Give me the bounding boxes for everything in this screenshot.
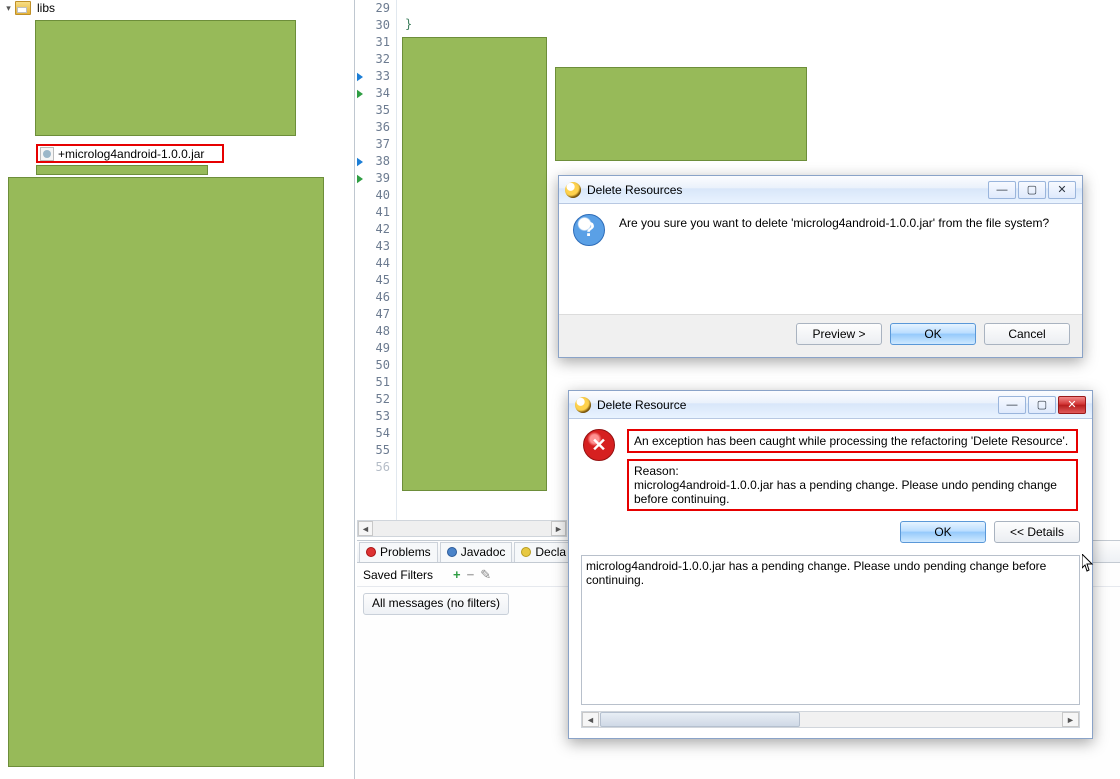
line-number: 51	[357, 374, 396, 391]
editor-gutter: 29 30 31 32 33 34 35 36 37 38 39 40 41 4…	[357, 0, 397, 520]
line-number: 55	[357, 442, 396, 459]
saved-filters-label: Saved Filters	[363, 568, 433, 582]
scroll-left-icon[interactable]: ◄	[358, 521, 373, 536]
error-icon: ✕	[583, 429, 615, 461]
tree-node-jar[interactable]: +microlog4android-1.0.0.jar	[36, 144, 224, 163]
redacted-block	[36, 165, 208, 175]
line-number: 54	[357, 425, 396, 442]
line-number: 41	[357, 204, 396, 221]
tab-javadoc[interactable]: Javadoc	[440, 542, 513, 562]
line-number: 36	[357, 119, 396, 136]
redacted-block	[402, 37, 547, 491]
cancel-button[interactable]: Cancel	[984, 323, 1070, 345]
ok-button[interactable]: OK	[890, 323, 976, 345]
line-number: 39	[357, 170, 396, 187]
line-number: 42	[357, 221, 396, 238]
tab-javadoc-label: Javadoc	[461, 545, 506, 559]
dialog2-reason-block: Reason: microlog4android-1.0.0.jar has a…	[627, 459, 1078, 511]
question-icon: ?	[573, 214, 605, 246]
edit-filter-icon[interactable]: ✎	[480, 567, 491, 583]
tab-problems[interactable]: Problems	[359, 542, 438, 562]
line-number: 46	[357, 289, 396, 306]
tab-declaration[interactable]: Decla	[514, 542, 573, 562]
minimize-button[interactable]: —	[998, 396, 1026, 414]
jar-icon	[40, 147, 54, 161]
details-text-area[interactable]: microlog4android-1.0.0.jar has a pending…	[581, 555, 1080, 705]
problems-icon	[366, 547, 376, 557]
line-number: 31	[357, 34, 396, 51]
line-number: 35	[357, 102, 396, 119]
add-filter-icon[interactable]: +	[453, 567, 461, 582]
redacted-block	[555, 67, 807, 161]
details-horizontal-scrollbar[interactable]: ◄ ►	[581, 711, 1080, 728]
javadoc-icon	[447, 547, 457, 557]
scroll-left-icon[interactable]: ◄	[582, 712, 599, 727]
tree-label-libs: libs	[33, 1, 55, 15]
dialog-delete-resources: Delete Resources — ▢ ✕ ? Are you sure yo…	[558, 175, 1083, 358]
maximize-button[interactable]: ▢	[1018, 181, 1046, 199]
tree-expander-icon[interactable]: ▾	[4, 4, 13, 13]
eclipse-icon	[565, 182, 581, 198]
redacted-block	[35, 20, 296, 136]
dialog2-title: Delete Resource	[597, 398, 686, 412]
dialog-delete-resource-error: Delete Resource — ▢ ✕ ✕ An exception has…	[568, 390, 1093, 739]
code-line: }	[405, 17, 412, 31]
details-text: microlog4android-1.0.0.jar has a pending…	[586, 559, 1075, 587]
line-number: 33	[357, 68, 396, 85]
reason-label: Reason:	[634, 464, 1071, 478]
editor-horizontal-scrollbar[interactable]: ◄ ►	[357, 520, 567, 537]
minimize-button[interactable]: —	[988, 181, 1016, 199]
line-number: 47	[357, 306, 396, 323]
line-number: 44	[357, 255, 396, 272]
scroll-right-icon[interactable]: ►	[1062, 712, 1079, 727]
dialog2-titlebar[interactable]: Delete Resource — ▢ ✕	[569, 391, 1092, 419]
line-number: 52	[357, 391, 396, 408]
scroll-right-icon[interactable]: ►	[551, 521, 566, 536]
tab-problems-label: Problems	[380, 545, 431, 559]
ok-button[interactable]: OK	[900, 521, 986, 543]
dialog1-titlebar[interactable]: Delete Resources — ▢ ✕	[559, 176, 1082, 204]
line-number: 53	[357, 408, 396, 425]
reason-text: microlog4android-1.0.0.jar has a pending…	[634, 478, 1071, 506]
line-number: 30	[357, 17, 396, 34]
line-number: 34	[357, 85, 396, 102]
line-number: 49	[357, 340, 396, 357]
dialog1-buttons: Preview > OK Cancel	[559, 314, 1082, 357]
line-number: 37	[357, 136, 396, 153]
eclipse-icon	[575, 397, 591, 413]
declaration-icon	[521, 547, 531, 557]
remove-filter-icon[interactable]: −	[467, 567, 475, 582]
maximize-button[interactable]: ▢	[1028, 396, 1056, 414]
all-messages-button[interactable]: All messages (no filters)	[363, 593, 509, 615]
details-button[interactable]: << Details	[994, 521, 1080, 543]
line-number: 56	[357, 459, 396, 476]
mouse-cursor-icon	[1082, 554, 1094, 572]
line-number: 29	[357, 0, 396, 17]
dialog2-body: ✕ An exception has been caught while pro…	[569, 419, 1092, 517]
dialog1-title: Delete Resources	[587, 183, 682, 197]
scroll-thumb[interactable]	[600, 712, 800, 727]
redacted-block	[8, 177, 324, 767]
line-number: 48	[357, 323, 396, 340]
tree-label-jar: +microlog4android-1.0.0.jar	[58, 147, 204, 161]
folder-icon	[15, 1, 31, 15]
close-button[interactable]: ✕	[1048, 181, 1076, 199]
tab-declaration-label: Decla	[535, 545, 566, 559]
preview-button[interactable]: Preview >	[796, 323, 882, 345]
line-number: 45	[357, 272, 396, 289]
line-number: 40	[357, 187, 396, 204]
line-number: 38	[357, 153, 396, 170]
line-number: 50	[357, 357, 396, 374]
dialog1-message: Are you sure you want to delete 'microlo…	[619, 214, 1049, 308]
tree-node-libs[interactable]: ▾ libs	[0, 0, 354, 16]
dialog2-buttons: OK << Details	[569, 517, 1092, 555]
dialog2-error-headline: An exception has been caught while proce…	[627, 429, 1078, 453]
line-number: 43	[357, 238, 396, 255]
close-button[interactable]: ✕	[1058, 396, 1086, 414]
line-number: 32	[357, 51, 396, 68]
project-explorer: ▾ libs +microlog4android-1.0.0.jar	[0, 0, 355, 779]
